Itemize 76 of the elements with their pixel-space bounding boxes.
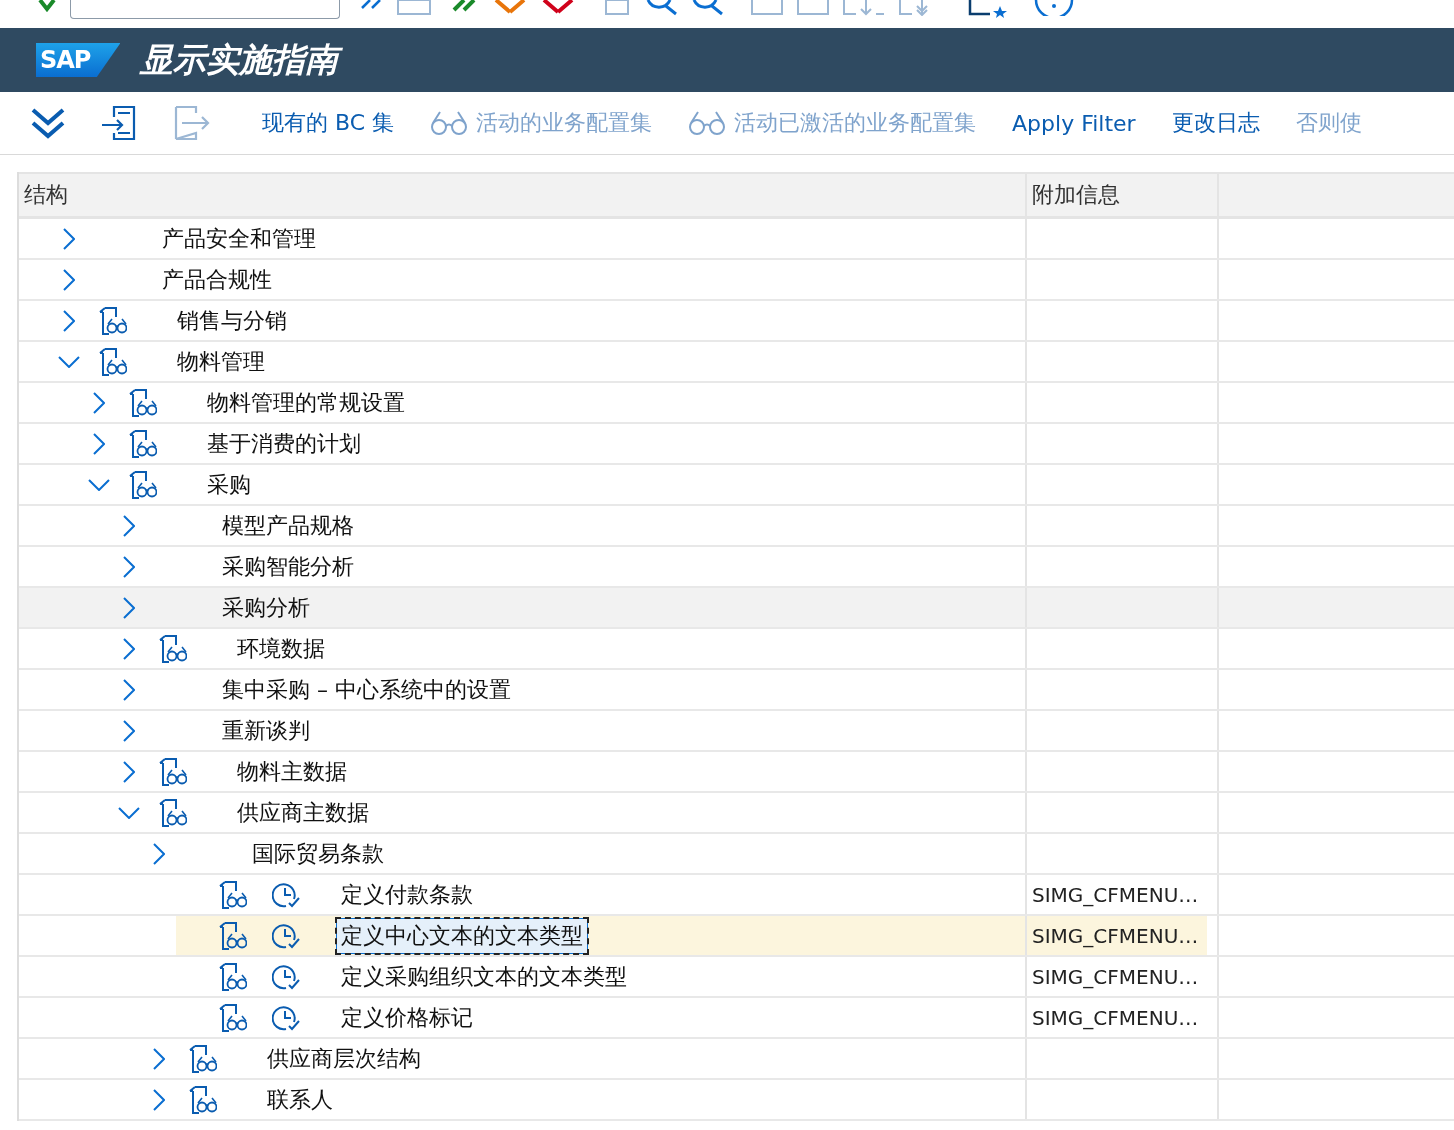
tree-node-label[interactable]: 环境数据	[232, 630, 330, 667]
chevron-right-icon[interactable]	[153, 842, 165, 865]
tree-node-label[interactable]: 国际贸易条款	[247, 835, 389, 872]
search-icon[interactable]	[690, 0, 724, 16]
tree-node-label[interactable]: 采购智能分析	[217, 548, 359, 585]
document-glasses-icon[interactable]	[127, 388, 157, 417]
chevron-right-icon[interactable]	[123, 596, 135, 619]
info-text: SIMG_CFMENU…	[1032, 882, 1199, 907]
tree-node-label[interactable]: 重新谈判	[217, 712, 315, 749]
toolbar-button[interactable]: 更改日志	[1171, 108, 1260, 138]
document-glasses-icon[interactable]	[97, 306, 127, 335]
tree-node-label[interactable]: 联系人	[262, 1081, 338, 1118]
command-field[interactable]	[70, 0, 340, 19]
chevron-down-icon[interactable]	[88, 478, 110, 491]
document-glasses-icon[interactable]	[217, 921, 247, 950]
column-header: 附加信息	[1027, 174, 1219, 216]
tree-node-label[interactable]: 销售与分销	[172, 302, 292, 339]
chevron-right-icon[interactable]	[123, 555, 135, 578]
chevron-right-icon[interactable]	[63, 268, 75, 291]
tree-node-label[interactable]: 定义价格标记	[336, 999, 478, 1036]
chevron-down-icon[interactable]	[118, 806, 140, 819]
logo: SAP	[36, 43, 121, 77]
info-text: SIMG_CFMENU…	[1032, 1005, 1199, 1030]
tree-node-label[interactable]: 采购分析	[217, 589, 315, 626]
chevron-right-icon[interactable]	[93, 432, 105, 455]
document-glasses-icon[interactable]	[217, 880, 247, 909]
document-glasses-icon[interactable]	[97, 347, 127, 376]
document-glasses-icon[interactable]	[187, 1044, 217, 1073]
chevron-right-icon[interactable]	[123, 637, 135, 660]
tree-node-label[interactable]: 定义中心文本的文本类型	[336, 917, 588, 954]
document-glasses-icon[interactable]	[217, 1003, 247, 1032]
tree-node-label[interactable]: 产品安全和管理	[157, 220, 321, 257]
glasses-icon	[430, 110, 469, 136]
tree-node-label[interactable]: 物料主数据	[232, 753, 352, 790]
document-glasses-icon[interactable]	[157, 757, 187, 786]
tree-node-label[interactable]: 物料管理	[172, 343, 270, 380]
import-document-icon[interactable]	[100, 105, 138, 141]
toolbar-button[interactable]: 现有的 BC 集	[262, 108, 395, 138]
chevron-right-icon[interactable]	[123, 678, 135, 701]
column-header: 结构	[19, 174, 1027, 216]
tree-node-label[interactable]: 产品合规性	[157, 261, 277, 298]
tree-node-label[interactable]: 定义采购组织文本的文本类型	[336, 958, 632, 995]
tree-node-label[interactable]: 基于消费的计划	[202, 425, 366, 462]
glasses-icon	[688, 110, 727, 136]
info-text: SIMG_CFMENU…	[1032, 923, 1199, 948]
chevron-right-icon[interactable]	[123, 760, 135, 783]
check-icon[interactable]	[36, 0, 58, 12]
chevron-right-icon[interactable]	[153, 1047, 165, 1070]
tree-node-label[interactable]: 集中采购 – 中心系统中的设置	[217, 671, 516, 708]
clock-check-icon[interactable]	[272, 921, 302, 950]
clock-check-icon[interactable]	[272, 880, 302, 909]
chevron-right-icon[interactable]	[93, 391, 105, 414]
tree-node-label[interactable]: 物料管理的常规设置	[202, 384, 410, 421]
clock-check-icon[interactable]	[272, 1003, 302, 1032]
tree-node-label[interactable]: 模型产品规格	[217, 507, 359, 544]
clock-check-icon[interactable]	[272, 962, 302, 991]
tree-node-label[interactable]: 供应商层次结构	[262, 1040, 426, 1077]
document-glasses-icon[interactable]	[127, 470, 157, 499]
search-icon[interactable]	[644, 0, 678, 16]
chevron-right-icon[interactable]	[63, 309, 75, 332]
document-glasses-icon[interactable]	[157, 634, 187, 663]
document-glasses-icon[interactable]	[157, 798, 187, 827]
tree-node-label[interactable]: 采购	[202, 466, 256, 503]
tree-node-label[interactable]: 供应商主数据	[232, 794, 374, 831]
chevron-down-icon[interactable]	[58, 355, 80, 368]
chevron-right-icon[interactable]	[123, 719, 135, 742]
chevron-right-icon[interactable]	[153, 1088, 165, 1111]
document-glasses-icon[interactable]	[127, 429, 157, 458]
info-text: SIMG_CFMENU…	[1032, 964, 1199, 989]
tree-node-label[interactable]: 定义付款条款	[336, 876, 478, 913]
document-glasses-icon[interactable]	[187, 1085, 217, 1114]
chevron-right-icon[interactable]	[63, 227, 75, 250]
document-glasses-icon[interactable]	[217, 962, 247, 991]
chevron-right-icon[interactable]	[123, 514, 135, 537]
double-chevron-down-icon[interactable]	[30, 106, 66, 140]
toolbar-button[interactable]: Apply Filter	[1012, 110, 1136, 136]
